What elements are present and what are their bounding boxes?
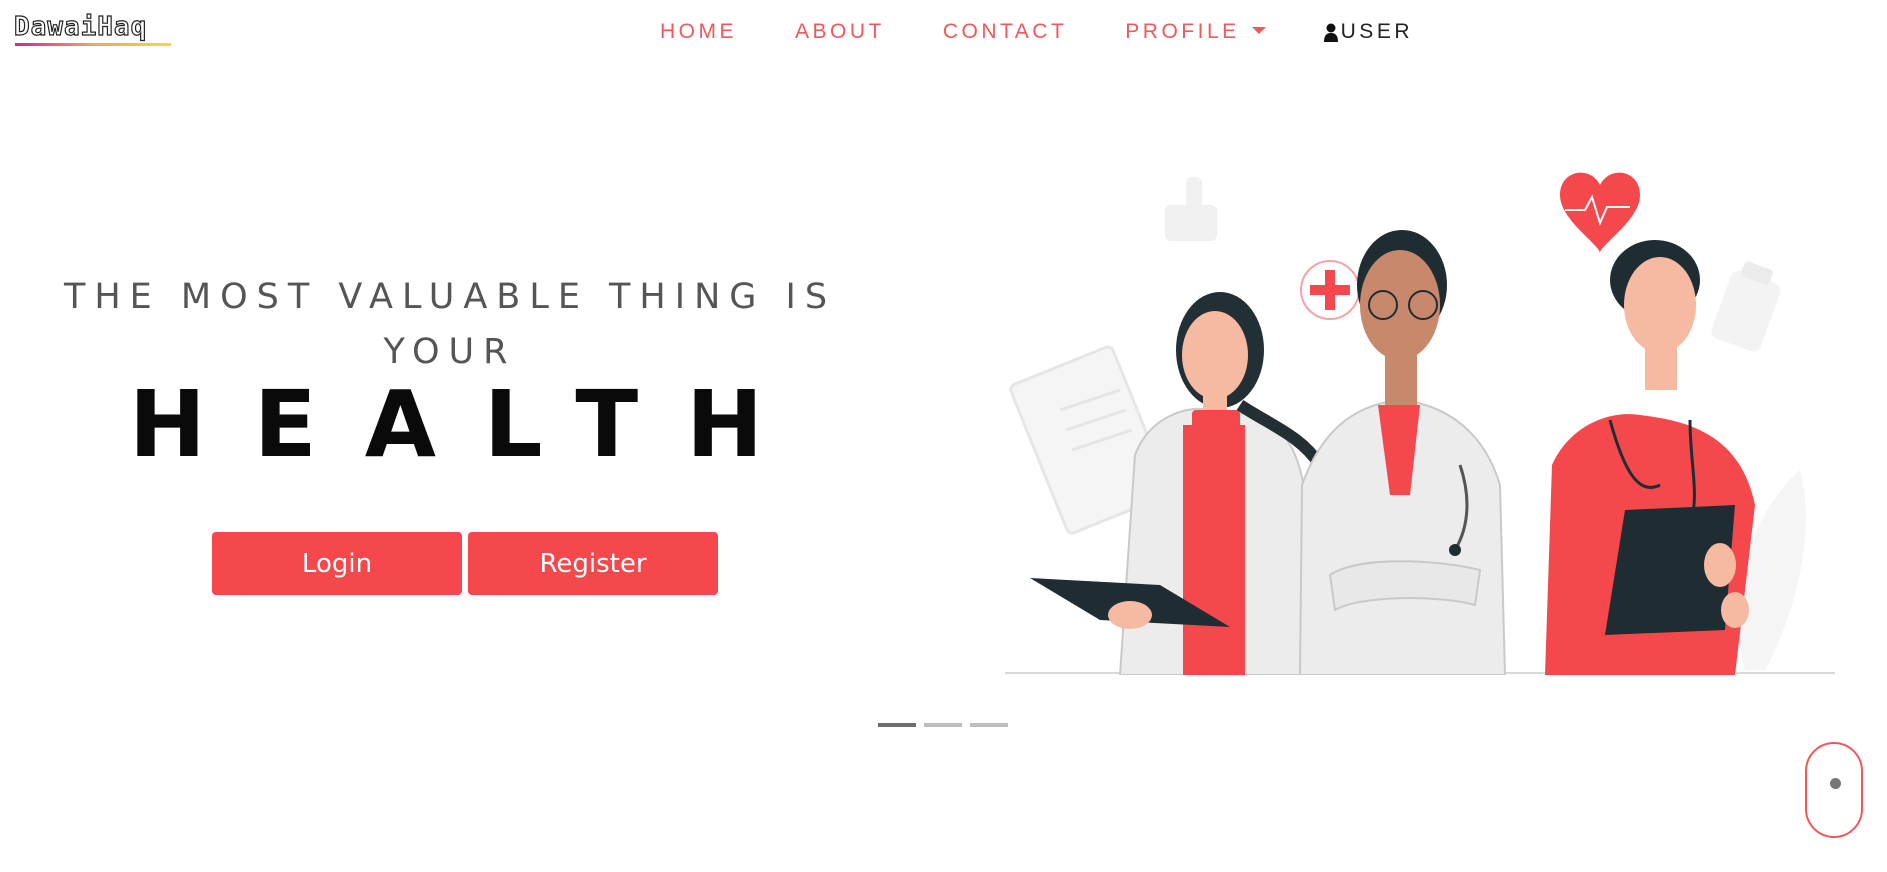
carousel-indicator[interactable] (924, 723, 962, 727)
carousel-indicators (878, 723, 1016, 727)
scroll-mouse-icon[interactable] (1805, 742, 1863, 838)
mouse-wheel (1830, 778, 1841, 789)
carousel-indicator[interactable] (878, 723, 916, 727)
hero-tagline: THE MOST VALUABLE THING IS YOUR (63, 277, 837, 372)
logo-underline (15, 43, 171, 46)
pill-bottle-icon (1711, 261, 1781, 352)
caret-down-icon (1251, 27, 1266, 34)
heart-icon (1560, 172, 1640, 253)
carousel-indicator[interactable] (970, 723, 1008, 727)
register-button[interactable]: Register (468, 532, 718, 595)
nav-profile-dropdown[interactable]: PROFILE (1125, 20, 1266, 44)
doctors-illustration (1005, 172, 1835, 675)
brand-logo[interactable]: DawaiHaq (13, 13, 147, 40)
main-nav: HOME ABOUT CONTACT PROFILE USER (660, 18, 1413, 46)
user-icon (1323, 23, 1338, 42)
login-button[interactable]: Login (212, 532, 462, 595)
nav-profile-label: PROFILE (1125, 20, 1240, 43)
hero-headline: HEALTH (128, 371, 812, 478)
nav-user[interactable]: USER (1323, 20, 1413, 44)
nav-user-label: USER (1340, 20, 1413, 43)
nav-contact[interactable]: CONTACT (943, 20, 1067, 44)
nav-about[interactable]: ABOUT (795, 20, 885, 44)
nav-home[interactable]: HOME (660, 20, 737, 44)
thumbs-up-icon (1165, 177, 1217, 241)
medical-cross-icon (1300, 260, 1360, 320)
